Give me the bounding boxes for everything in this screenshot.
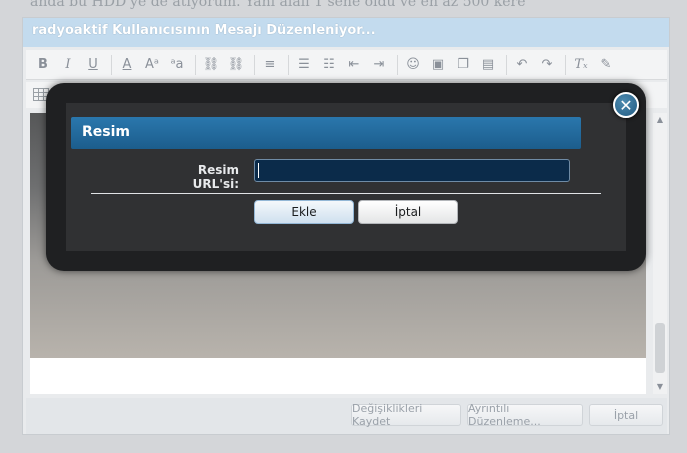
numbered-list-icon[interactable]: ☷ (318, 54, 340, 76)
editor-content-area[interactable] (30, 358, 646, 394)
editor-title: radyoaktif Kullanıcısının Mesajı Düzenle… (23, 18, 669, 47)
text-caret (258, 163, 259, 178)
save-changes-button[interactable]: Değişiklikleri Kaydet (351, 402, 461, 428)
redo-icon[interactable]: ↷ (536, 54, 558, 76)
font-size-icon[interactable]: Aᵃ (141, 54, 163, 76)
scroll-up-arrow-icon[interactable]: ▲ (653, 113, 667, 127)
align-icon[interactable]: ≡ (259, 54, 281, 76)
indent-icon[interactable]: ⇥ (368, 54, 390, 76)
toolbar-separator (397, 54, 398, 75)
dialog-divider (91, 193, 601, 194)
remove-format-icon[interactable]: Tₓ (570, 54, 592, 76)
image-url-input[interactable] (254, 159, 570, 182)
editor-toolbar: B I U A Aᵃ ᵃa ⛓ ⛓ ≡ ☰ ☷ ⇤ ⇥ ☺ ▣ ❐ ▤ ↶ ↷ … (26, 50, 667, 80)
image-icon[interactable]: ▣ (427, 54, 449, 76)
toolbar-separator (565, 54, 566, 75)
font-case-icon[interactable]: ᵃa (166, 54, 188, 76)
toolbar-separator (195, 54, 196, 75)
toolbar-separator (506, 54, 507, 75)
scroll-down-arrow-icon[interactable]: ▼ (653, 380, 667, 394)
cancel-dialog-button[interactable]: İptal (358, 200, 458, 224)
bold-icon[interactable]: B (32, 54, 54, 76)
source-icon[interactable]: ✎ (595, 54, 617, 76)
add-image-button[interactable]: Ekle (254, 200, 354, 224)
scroll-thumb[interactable] (655, 323, 665, 373)
smiley-icon[interactable]: ☺ (402, 54, 424, 76)
image-url-label: Resim URL'si: (192, 163, 239, 191)
undo-icon[interactable]: ↶ (511, 54, 533, 76)
bulleted-list-icon[interactable]: ☰ (293, 54, 315, 76)
advanced-edit-button[interactable]: Ayrıntılı Düzenleme... (467, 402, 583, 428)
editor-scrollbar[interactable]: ▲ ▼ (653, 113, 667, 394)
close-icon[interactable]: ✕ (613, 92, 639, 118)
toolbar-separator (111, 54, 112, 75)
link-icon[interactable]: ⛓ (200, 54, 222, 76)
copy-icon[interactable]: ❐ (452, 54, 474, 76)
paste-icon[interactable]: ▤ (477, 54, 499, 76)
editor-footer: Değişiklikleri Kaydet Ayrıntılı Düzenlem… (26, 398, 667, 434)
unlink-icon[interactable]: ⛓ (225, 54, 247, 76)
outdent-icon[interactable]: ⇤ (343, 54, 365, 76)
dialog-title: Resim (71, 117, 581, 149)
cancel-edit-button[interactable]: İptal (589, 404, 663, 426)
italic-icon[interactable]: I (57, 54, 79, 76)
toolbar-separator (288, 54, 289, 75)
image-dialog: ✕ Resim Resim URL'si: Ekle İptal (46, 83, 646, 271)
toolbar-separator (254, 54, 255, 75)
underline-icon[interactable]: U (82, 54, 104, 76)
font-color-icon[interactable]: A (116, 54, 138, 76)
background-post-text: anda bu HDD'ye de atıyorum. Yani alalı 1… (30, 0, 526, 10)
